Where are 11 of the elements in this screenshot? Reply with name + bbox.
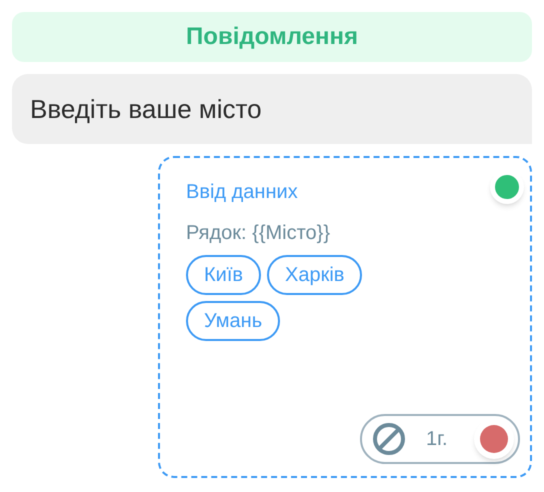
header-bar: Повідомлення <box>12 12 532 62</box>
option-chip[interactable]: Київ <box>186 255 262 295</box>
connector-handle[interactable] <box>490 170 524 204</box>
ban-icon <box>372 422 406 456</box>
message-bubble: Введіть ваше місто <box>12 74 532 144</box>
timeout-handle[interactable] <box>474 419 514 459</box>
variable-text: Рядок: {{Місто}} <box>186 221 332 245</box>
option-chip[interactable]: Харків <box>267 255 362 295</box>
card-title: Ввід данних <box>186 180 299 204</box>
timeout-label: 1г. <box>426 427 448 452</box>
option-chip[interactable]: Умань <box>186 301 280 341</box>
